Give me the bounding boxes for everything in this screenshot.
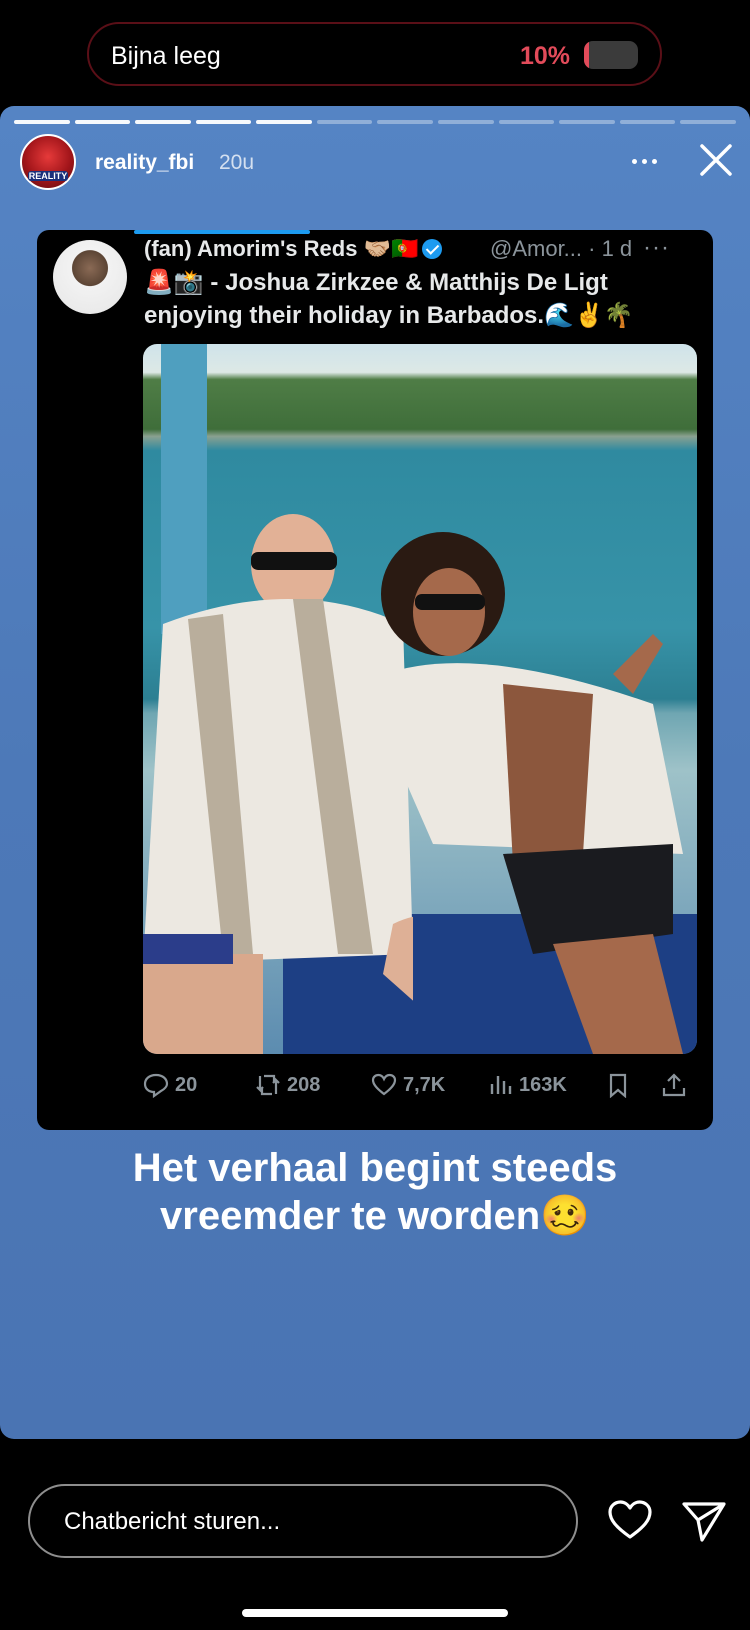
tweet-handle-time: @Amor... · 1 d	[490, 236, 633, 261]
story-progress-segment	[256, 120, 312, 124]
retweet-count: 208	[287, 1073, 321, 1096]
story-progress-segment	[316, 120, 373, 124]
share-upload-icon	[662, 1073, 686, 1097]
views-count: 163K	[519, 1073, 567, 1096]
battery-icon	[584, 41, 638, 69]
avatar-logo-text: REALITY	[28, 171, 68, 181]
low-battery-banner: Bijna leeg 10%	[87, 22, 662, 86]
tweet-actions: 20 208 7,7K 163K	[143, 1072, 703, 1102]
reply-count: 20	[175, 1073, 198, 1096]
battery-fill	[584, 41, 589, 69]
story-progress-segment	[498, 120, 555, 124]
close-icon[interactable]	[696, 140, 736, 180]
tweet-share	[661, 1072, 687, 1098]
story-progress-segment	[135, 120, 191, 124]
chat-placeholder: Chatbericht sturen...	[64, 1508, 281, 1535]
avatar[interactable]: REALITY	[20, 134, 76, 190]
more-options-button[interactable]	[632, 154, 662, 168]
more-dot-icon	[642, 158, 647, 164]
story-progress-segment	[438, 120, 494, 124]
views-chart-icon	[490, 1076, 512, 1094]
paper-plane-icon[interactable]	[680, 1496, 728, 1544]
bookmark-icon	[609, 1073, 627, 1098]
story-progress-segment	[195, 120, 252, 124]
like-count: 7,7K	[403, 1073, 446, 1096]
story-viewer[interactable]: REALITY reality_fbi 20u (fan) Amorim's R…	[0, 106, 750, 1439]
tweet-screenshot: (fan) Amorim's Reds 🤝🏼🇵🇹 @Amor... · 1 d …	[37, 230, 713, 1130]
tweet-more-icon: ···	[643, 234, 670, 261]
story-progress-segment	[619, 120, 676, 124]
story-progress-segment	[559, 120, 615, 124]
tweet-accent	[134, 230, 310, 234]
heart-icon[interactable]	[606, 1496, 654, 1544]
tweet-author-name-text: (fan) Amorim's Reds 🤝🏼🇵🇹	[144, 236, 419, 261]
story-caption: Het verhaal begint steeds vreemder te wo…	[132, 1146, 618, 1238]
battery-label: Bijna leeg	[111, 42, 221, 70]
tweet-author-name: (fan) Amorim's Reds 🤝🏼🇵🇹	[144, 236, 443, 262]
tweet-like: 7,7K	[371, 1072, 445, 1098]
story-time: 20u	[219, 151, 255, 174]
more-dot-icon	[632, 158, 637, 164]
verified-badge-icon	[422, 239, 443, 259]
story-progress-segment	[14, 120, 70, 124]
retweet-icon	[256, 1074, 280, 1096]
story-username[interactable]: reality_fbi	[95, 151, 194, 175]
more-dot-icon	[652, 158, 657, 164]
tweet-reply: 20	[143, 1072, 197, 1098]
person-right-illustration	[363, 532, 683, 1054]
like-heart-icon	[371, 1073, 397, 1096]
tweet-retweet: 208	[255, 1072, 320, 1098]
tweet-views: 163K	[487, 1072, 567, 1098]
story-progress-segment	[74, 120, 131, 124]
chat-message-input[interactable]: Chatbericht sturen...	[28, 1484, 578, 1558]
battery-percent: 10%	[519, 42, 570, 70]
story-progress-segment	[377, 120, 434, 124]
tweet-author-avatar	[53, 240, 127, 314]
home-indicator	[242, 1609, 508, 1617]
reply-icon	[143, 1073, 169, 1098]
tweet-bookmark	[605, 1072, 631, 1098]
tweet-text: 🚨📸 - Joshua Zirkzee & Matthijs De Ligt e…	[144, 269, 634, 329]
tweet-photo	[143, 344, 697, 1054]
story-progress-segment	[680, 120, 736, 124]
story-progress-bar	[14, 120, 736, 124]
